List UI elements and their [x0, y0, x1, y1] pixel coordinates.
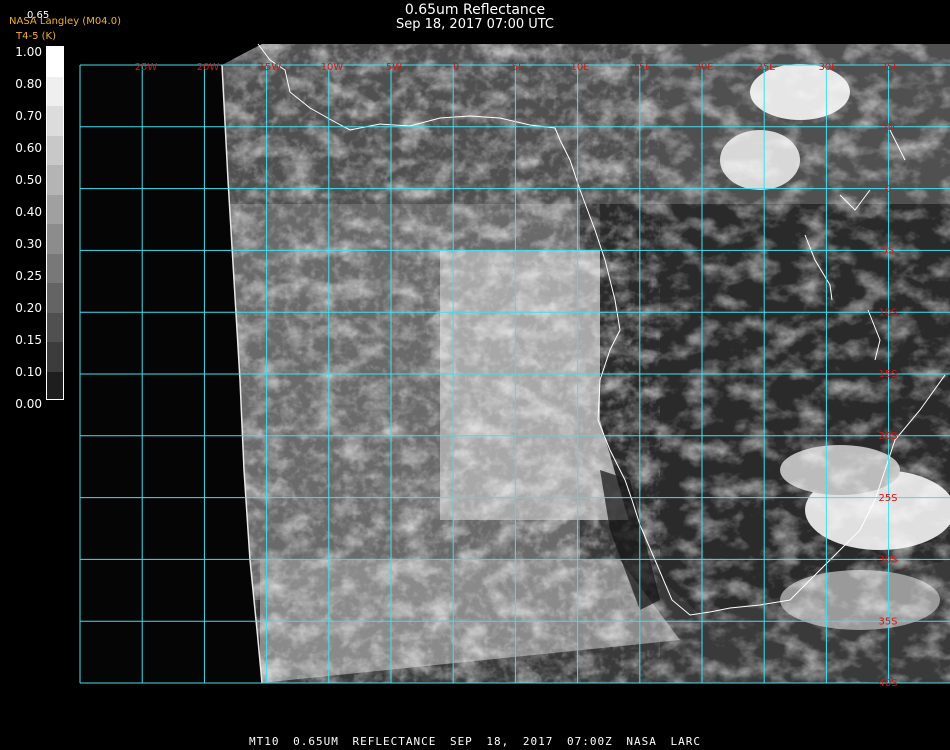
satellite-imagery [222, 44, 950, 683]
longitude-label: 30E [818, 62, 837, 73]
longitude-label: 25W [135, 62, 158, 73]
latitude-label: 5N [881, 122, 895, 133]
latitude-label: 10S [878, 307, 897, 318]
latitude-label: 35S [878, 616, 897, 627]
latitude-label: 30S [878, 555, 897, 566]
longitude-label: 0 [453, 62, 459, 73]
longitude-label: 15W [259, 62, 282, 73]
longitude-label: 10E [570, 62, 589, 73]
longitude-label: 20W [197, 62, 220, 73]
longitude-label: 25E [756, 62, 775, 73]
latitude-label: 0 [885, 184, 891, 195]
longitude-label: 35E [880, 62, 899, 73]
latitude-label: 15S [878, 369, 897, 380]
longitude-label: 15E [632, 62, 651, 73]
longitude-label: 10W [321, 62, 344, 73]
latitude-label: 25S [878, 493, 897, 504]
footer-caption: MT10 0.65UM REFLECTANCE SEP 18, 2017 07:… [249, 735, 701, 748]
latitude-label: 40S [878, 678, 897, 689]
satellite-map: 25W 20W 15W 10W 5W 0 5E 10E 15E 20E 25E 30E 35E 5N 0 5… [79, 43, 950, 689]
latitude-label: 20S [878, 431, 897, 442]
longitude-label: 5E [512, 62, 525, 73]
longitude-label: 5W [386, 62, 402, 73]
latitude-label: 5S [882, 246, 895, 257]
longitude-label: 20E [694, 62, 713, 73]
